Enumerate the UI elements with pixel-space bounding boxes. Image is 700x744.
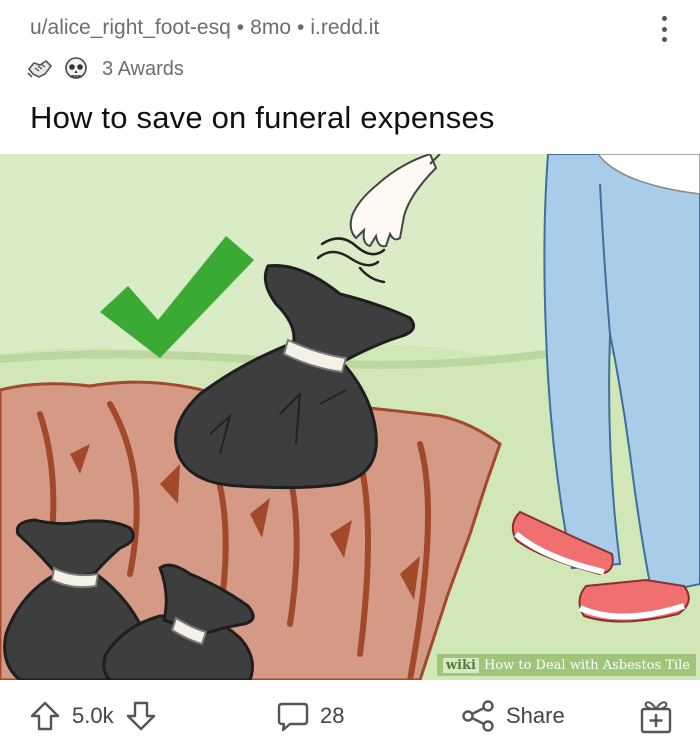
skull-award-icon: [62, 55, 90, 83]
post-header: u/alice_right_foot-esq • 8mo • i.redd.it 3 A…: [0, 0, 700, 150]
share-label: Share: [506, 703, 565, 728]
post-meta: u/alice_right_foot-esq • 8mo • i.redd.it: [30, 16, 379, 40]
comments-button[interactable]: 28: [276, 696, 354, 736]
vote-count: 5.0k: [72, 703, 114, 728]
upvote-arrow-icon: [30, 701, 60, 731]
illustration: [0, 154, 700, 680]
share-button[interactable]: Share: [460, 696, 575, 736]
author-link[interactable]: u/alice_right_foot-esq: [30, 16, 231, 40]
post-title[interactable]: How to save on funeral expenses: [30, 100, 495, 136]
watermark: wiki How to Deal with Asbestos Tile: [436, 654, 696, 676]
gift-icon: [640, 701, 672, 734]
dot-icon: [661, 37, 667, 42]
domain-link[interactable]: i.redd.it: [310, 16, 379, 40]
dot-icon: [661, 16, 667, 21]
more-options-button[interactable]: [652, 14, 676, 44]
meta-separator: •: [236, 16, 245, 39]
awards-count: 3 Awards: [102, 57, 184, 80]
watermark-brand: wiki: [442, 657, 479, 673]
downvote-button[interactable]: [124, 699, 158, 733]
downvote-arrow-icon: [126, 701, 155, 731]
handshake-award-icon: [26, 55, 54, 83]
meta-separator: •: [297, 16, 305, 39]
award-gift-button[interactable]: [638, 696, 674, 736]
dot-icon: [661, 26, 667, 32]
upvote-button[interactable]: [28, 699, 62, 733]
action-bar: 5.0k 28 Share: [0, 686, 700, 744]
watermark-text: How to Deal with Asbestos Tile: [483, 657, 690, 673]
post-age: 8mo: [250, 16, 292, 39]
awards-row[interactable]: 3 Awards: [26, 54, 184, 84]
share-icon: [462, 700, 494, 732]
comment-bubble-icon: [277, 702, 309, 732]
post-image[interactable]: wiki How to Deal with Asbestos Tile: [0, 154, 700, 680]
comment-count: 28: [320, 703, 345, 728]
vote-group: 5.0k: [28, 696, 158, 736]
